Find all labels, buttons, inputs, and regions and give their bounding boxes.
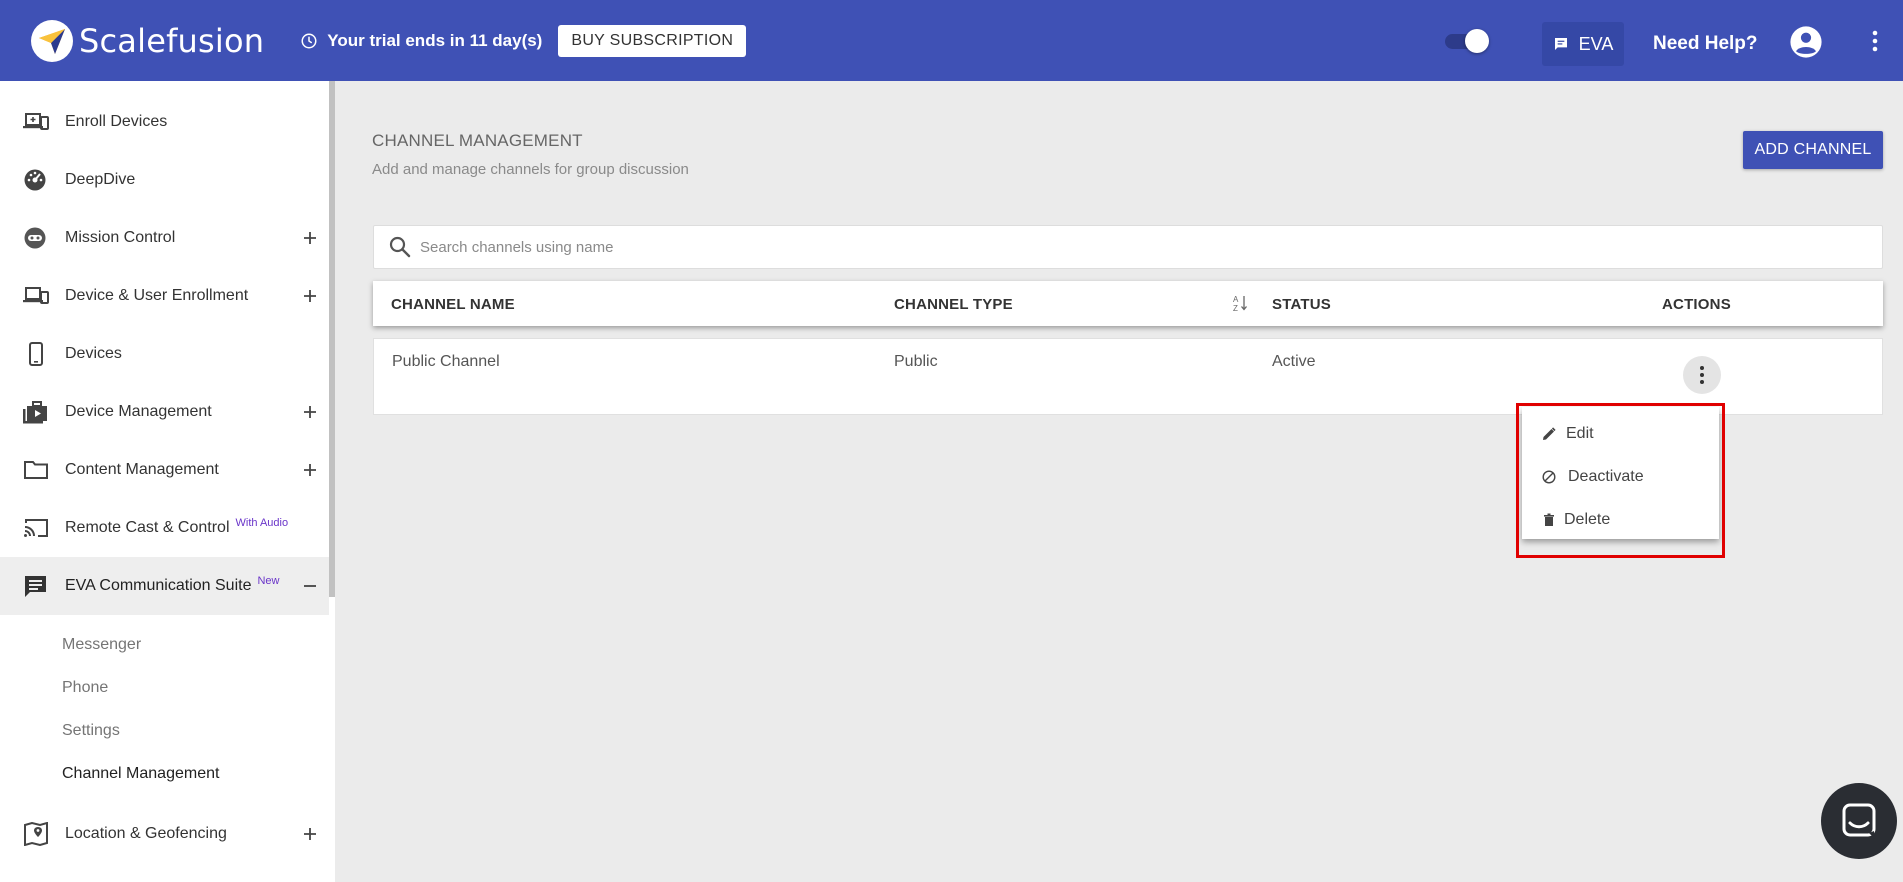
search-bar: [373, 225, 1883, 269]
cell-channel-type: Public: [894, 353, 938, 370]
sidebar-item-label: Device & User Enrollment: [65, 287, 249, 304]
column-header-actions: ACTIONS: [1662, 296, 1731, 313]
chat-icon: [25, 576, 46, 597]
add-channel-button[interactable]: ADD CHANNEL: [1743, 131, 1883, 169]
sidebar-item-device-user-enrollment[interactable]: Device & User Enrollment: [0, 267, 329, 325]
sidebar-item-device-management[interactable]: Device Management: [0, 383, 329, 441]
sidebar-item-eva-communication-suite[interactable]: EVA Communication Suite New: [0, 557, 329, 615]
trial-notice: Your trial ends in 11 day(s): [300, 31, 542, 51]
expand-plus-icon[interactable]: [300, 402, 320, 422]
eva-label: EVA: [1578, 33, 1614, 54]
messenger-chat-icon: [1842, 803, 1876, 839]
cell-channel-name: Public Channel: [392, 353, 500, 370]
sidebar-scrollbar[interactable]: [329, 81, 335, 597]
sidebar-item-label: Enroll Devices: [65, 113, 168, 130]
svg-text:Z: Z: [1233, 304, 1238, 313]
sidebar-item-label: DeepDive: [65, 171, 136, 188]
subnav-phone[interactable]: Phone: [62, 679, 108, 697]
remote-cast-label: Remote Cast & Control: [65, 519, 230, 536]
new-badge: New: [257, 575, 280, 587]
trial-text: Your trial ends in 11 day(s): [327, 30, 543, 50]
clock-icon: [301, 33, 317, 48]
eva-suite-label: EVA Communication Suite: [65, 577, 252, 594]
sidebar-item-mission-control[interactable]: Mission Control: [0, 209, 329, 267]
sidebar-item-content-management[interactable]: Content Management: [0, 441, 329, 499]
brand-name: Scalefusion: [79, 21, 265, 60]
sidebar-item-label: Mission Control: [65, 229, 176, 246]
mission-control-icon: [24, 227, 46, 249]
expand-plus-icon[interactable]: [300, 286, 320, 306]
brand-logo[interactable]: Scalefusion: [31, 19, 265, 62]
expand-plus-icon[interactable]: [300, 228, 320, 248]
sort-alpha-icon[interactable]: AZ: [1230, 293, 1250, 313]
chat-icon: [1554, 38, 1567, 50]
column-header-channel-type[interactable]: CHANNEL TYPE: [894, 296, 1013, 313]
row-actions-more-icon[interactable]: [1683, 356, 1721, 394]
search-icon: [389, 236, 411, 258]
sidebar-item-label: Location & Geofencing: [65, 825, 227, 842]
page-subtitle: Add and manage channels for group discus…: [372, 161, 689, 178]
collapse-minus-icon[interactable]: [300, 576, 320, 596]
subnav-messenger[interactable]: Messenger: [62, 636, 141, 654]
map-location-icon: [24, 822, 48, 846]
sidebar-item-deepdive[interactable]: DeepDive: [0, 151, 329, 209]
page-title: CHANNEL MANAGEMENT: [372, 131, 583, 150]
sidebar-item-label: Remote Cast & Control With Audio: [65, 517, 289, 537]
sidebar-item-label: Content Management: [65, 461, 219, 478]
need-help-link[interactable]: Need Help?: [1653, 33, 1758, 55]
more-vert-icon[interactable]: [1871, 29, 1879, 58]
cast-icon: [24, 519, 48, 537]
sidebar-item-devices[interactable]: Devices: [0, 325, 329, 383]
sidebar-item-location-geofencing[interactable]: Location & Geofencing: [0, 805, 329, 863]
top-app-bar: Scalefusion Your trial ends in 11 day(s)…: [0, 0, 1903, 81]
buy-subscription-button[interactable]: BUY SUBSCRIPTION: [558, 24, 747, 57]
sidebar-item-enroll-devices[interactable]: Enroll Devices: [0, 93, 329, 151]
devices-icon: [23, 287, 49, 304]
phone-icon: [29, 342, 43, 366]
scalefusion-logo-icon: [31, 19, 73, 62]
subnav-channel-management[interactable]: Channel Management: [62, 765, 219, 783]
sidebar: Enroll Devices DeepDive Mission Control …: [0, 81, 335, 882]
column-header-status[interactable]: STATUS: [1272, 296, 1331, 313]
eva-button[interactable]: EVA: [1542, 22, 1624, 66]
sidebar-item-label: Device Management: [65, 403, 212, 420]
toggle-knob: [1465, 29, 1489, 53]
expand-plus-icon[interactable]: [300, 824, 320, 844]
account-circle-icon[interactable]: [1789, 25, 1823, 64]
dashboard-gauge-icon: [24, 169, 46, 191]
sidebar-item-label: EVA Communication Suite New: [65, 575, 280, 595]
sidebar-item-label: Devices: [65, 345, 122, 362]
column-header-channel-name[interactable]: CHANNEL NAME: [391, 296, 515, 313]
support-chat-button[interactable]: [1821, 783, 1897, 859]
table-header: CHANNEL NAME CHANNEL TYPE AZ STATUS ACTI…: [373, 281, 1883, 326]
expand-plus-icon[interactable]: [300, 460, 320, 480]
theme-toggle[interactable]: [1442, 28, 1489, 53]
briefcase-icon: [23, 401, 47, 424]
cell-status: Active: [1272, 353, 1316, 370]
svg-text:A: A: [1233, 295, 1239, 304]
subnav-settings[interactable]: Settings: [62, 722, 120, 740]
menu-highlight-box: [1516, 403, 1725, 558]
search-input[interactable]: [420, 238, 1820, 256]
sidebar-item-remote-cast[interactable]: Remote Cast & Control With Audio: [0, 499, 329, 557]
with-audio-badge: With Audio: [235, 517, 289, 529]
enroll-devices-icon: [23, 113, 49, 130]
folder-icon: [24, 461, 48, 479]
